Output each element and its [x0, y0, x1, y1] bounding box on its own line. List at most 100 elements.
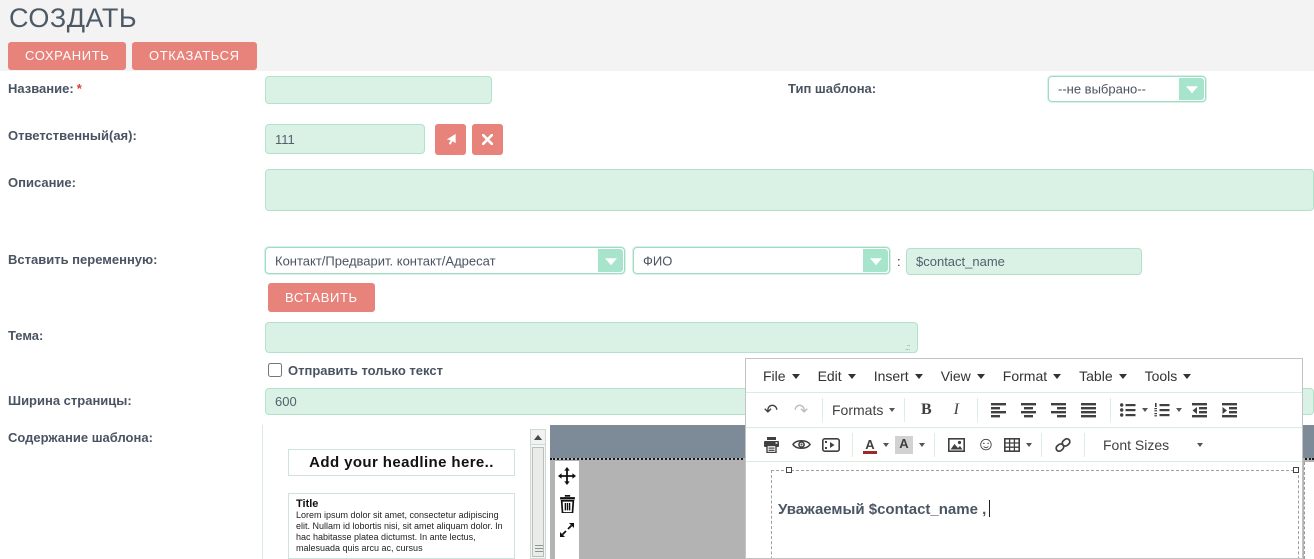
- menu-edit[interactable]: Edit: [809, 359, 865, 392]
- table-icon[interactable]: [1004, 432, 1032, 458]
- menu-view-label: View: [941, 368, 971, 384]
- chevron-down-icon: [1026, 443, 1032, 447]
- link-icon[interactable]: [1051, 432, 1075, 458]
- template-type-select[interactable]: --не выбрано--: [1048, 76, 1206, 102]
- menu-table[interactable]: Table: [1070, 359, 1135, 392]
- text-block[interactable]: Title Lorem ipsum dolor sit amet, consec…: [288, 493, 515, 559]
- selection-handle[interactable]: [786, 467, 792, 473]
- chevron-down-icon: [1053, 374, 1061, 379]
- editor-toolbar-1: ↶ ↷ Formats B I: [746, 393, 1302, 428]
- chevron-down-icon: [977, 374, 985, 379]
- chevron-down-icon: [1176, 408, 1182, 412]
- menu-table-label: Table: [1079, 368, 1112, 384]
- text-color-letter: A: [862, 437, 878, 452]
- media-icon[interactable]: [819, 432, 843, 458]
- subject-textarea[interactable]: [265, 322, 918, 353]
- insert-variable-label: Вставить переменную:: [8, 252, 157, 267]
- menu-tools[interactable]: Tools: [1136, 359, 1201, 392]
- print-icon[interactable]: [759, 432, 783, 458]
- align-center-icon[interactable]: [1017, 397, 1041, 423]
- variable-field-select[interactable]: ФИО: [633, 247, 890, 274]
- variable-module-select[interactable]: Контакт/Предварит. контакт/Адресат: [265, 247, 625, 274]
- headline-block[interactable]: Add your headline here..: [288, 449, 515, 476]
- page-title: СОЗДАТЬ: [9, 3, 137, 34]
- assigned-input[interactable]: [265, 124, 425, 154]
- preview-eye-icon[interactable]: [789, 432, 813, 458]
- chevron-down-icon: [1197, 443, 1203, 447]
- variable-separator: :: [897, 254, 901, 269]
- formats-dropdown[interactable]: Formats: [832, 397, 895, 423]
- cursor-arrow-icon: [443, 132, 458, 147]
- template-type-value: --не выбрано--: [1058, 82, 1146, 97]
- description-label: Описание:: [8, 175, 76, 190]
- editor-text[interactable]: Уважаемый $contact_name ,: [778, 500, 990, 518]
- text-only-checkbox[interactable]: [268, 363, 282, 377]
- italic-icon[interactable]: I: [944, 397, 968, 423]
- variable-code-input[interactable]: [906, 248, 1142, 275]
- save-button[interactable]: СОХРАНИТЬ: [8, 42, 126, 70]
- bold-icon[interactable]: B: [914, 397, 938, 423]
- align-right-icon[interactable]: [1047, 397, 1071, 423]
- background-color-icon[interactable]: A: [895, 432, 925, 458]
- menu-insert[interactable]: Insert: [865, 359, 932, 392]
- chevron-down-icon: [915, 374, 923, 379]
- text-block-title: Title: [296, 498, 507, 510]
- menu-format-label: Format: [1003, 368, 1047, 384]
- background-color-letter: A: [895, 436, 913, 454]
- undo-icon[interactable]: ↶: [759, 397, 783, 423]
- insert-image-icon[interactable]: [944, 432, 968, 458]
- indent-icon[interactable]: [1218, 397, 1242, 423]
- resize-icon[interactable]: [560, 523, 574, 537]
- editor-text-value: Уважаемый $contact_name ,: [778, 501, 986, 518]
- bullet-list-icon[interactable]: [1120, 397, 1148, 423]
- editor-content-area[interactable]: Уважаемый $contact_name ,: [746, 462, 1302, 558]
- clear-user-button[interactable]: [472, 124, 503, 155]
- menu-file[interactable]: File: [754, 359, 809, 392]
- preview-scrollbar[interactable]: [530, 429, 546, 559]
- align-justify-icon[interactable]: [1077, 397, 1101, 423]
- template-type-label: Тип шаблона:: [788, 81, 876, 96]
- block-toolbar: [555, 461, 579, 559]
- font-sizes-dropdown[interactable]: Font Sizes: [1103, 432, 1203, 458]
- text-color-icon[interactable]: A: [862, 432, 889, 458]
- selection-handle[interactable]: [1293, 467, 1299, 473]
- align-left-icon[interactable]: [987, 397, 1011, 423]
- page-width-label: Ширина страницы:: [8, 393, 132, 408]
- cancel-button[interactable]: ОТКАЗАТЬСЯ: [132, 42, 257, 70]
- trash-icon[interactable]: [560, 495, 575, 513]
- chevron-down-icon[interactable]: [598, 249, 623, 272]
- name-input[interactable]: [265, 76, 492, 104]
- text-only-label: Отправить только текст: [288, 363, 443, 378]
- redo-icon[interactable]: ↷: [789, 397, 813, 423]
- emoticon-icon[interactable]: ☺: [974, 432, 998, 458]
- editor-menubar: File Edit Insert View Format Table Tools: [746, 359, 1302, 393]
- chevron-down-icon[interactable]: [1179, 78, 1204, 100]
- numbered-list-icon[interactable]: [1154, 397, 1182, 423]
- name-label-text: Название:: [8, 81, 74, 96]
- scroll-up-icon[interactable]: [531, 430, 545, 445]
- chevron-down-icon: [919, 443, 925, 447]
- assigned-label: Ответственный(ая):: [8, 128, 137, 143]
- menu-tools-label: Tools: [1145, 368, 1178, 384]
- body-label: Содержание шаблона:: [8, 430, 153, 445]
- outdent-icon[interactable]: [1188, 397, 1212, 423]
- template-preview-panel: Add your headline here.. Title Lorem ips…: [262, 425, 548, 559]
- subject-label: Тема:: [8, 328, 43, 343]
- chevron-down-icon: [1119, 374, 1127, 379]
- select-user-button[interactable]: [435, 124, 466, 155]
- font-sizes-label: Font Sizes: [1103, 437, 1169, 453]
- formats-label: Formats: [832, 402, 883, 418]
- required-asterisk: *: [77, 81, 82, 96]
- text-block-body: Lorem ipsum dolor sit amet, consectetur …: [296, 510, 507, 554]
- scrollbar-grip: [535, 545, 543, 552]
- rich-text-editor: File Edit Insert View Format Table Tools…: [745, 358, 1303, 559]
- scrollbar-thumb[interactable]: [532, 447, 544, 557]
- chevron-down-icon[interactable]: [863, 249, 888, 272]
- insert-variable-button[interactable]: ВСТАВИТЬ: [268, 283, 375, 312]
- menu-view[interactable]: View: [932, 359, 994, 392]
- move-icon[interactable]: [558, 467, 576, 485]
- description-textarea[interactable]: [265, 169, 1314, 211]
- chevron-down-icon: [1142, 408, 1148, 412]
- menu-format[interactable]: Format: [994, 359, 1070, 392]
- create-template-page: СОЗДАТЬ СОХРАНИТЬ ОТКАЗАТЬСЯ Название:* …: [0, 0, 1314, 559]
